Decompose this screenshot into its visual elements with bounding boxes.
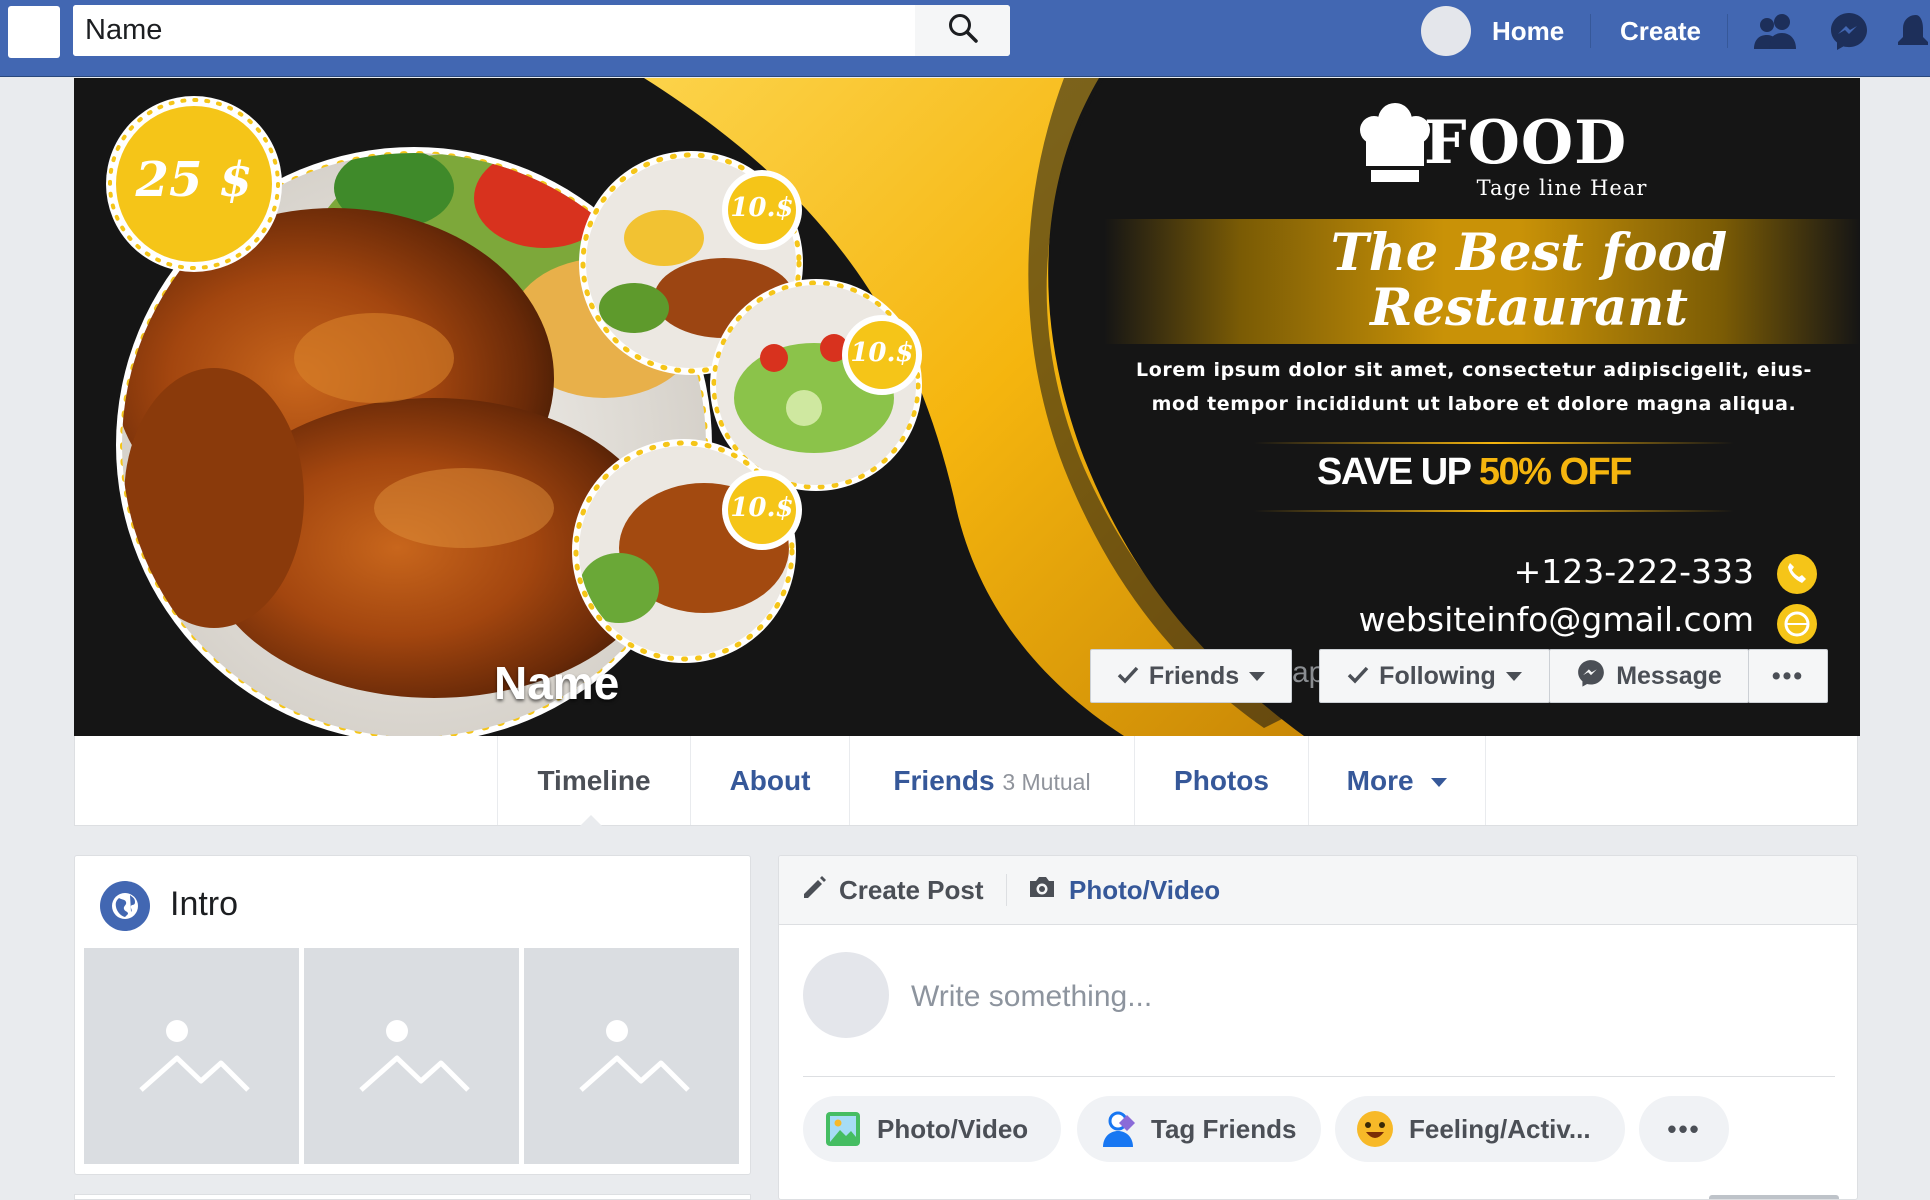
- brand-tagline: Tage line Hear: [1476, 176, 1648, 200]
- web-icon: [1777, 604, 1817, 644]
- photo-video-button[interactable]: Photo/Video: [803, 1096, 1061, 1162]
- top-navigation-bar: Home Create: [0, 0, 1930, 77]
- tab-label: More: [1346, 765, 1414, 796]
- cover-photo[interactable]: 25 $ 10.$ 10.$ 10.$ FOOD Tage line Hear …: [74, 78, 1860, 736]
- facebook-logo[interactable]: [8, 6, 60, 58]
- more-options-label: •••: [1667, 1113, 1701, 1144]
- message-button[interactable]: Message: [1549, 649, 1749, 703]
- chef-hat-icon: [1360, 103, 1430, 182]
- price-badge-small: 10.$: [730, 193, 794, 223]
- create-post-label: Create Post: [839, 874, 984, 905]
- photo-video-button-label: Photo/Video: [877, 1113, 1029, 1144]
- post-text-input[interactable]: [909, 971, 1813, 1023]
- caret-down-icon: [1431, 778, 1448, 788]
- feeling-activity-button-label: Feeling/Activ...: [1409, 1113, 1591, 1144]
- image-placeholder-icon: [139, 1020, 250, 1092]
- caret-down-icon: [1505, 671, 1522, 681]
- create-link[interactable]: Create: [1620, 0, 1701, 62]
- headline-line: The Best food: [1330, 223, 1728, 283]
- intro-title: Intro: [170, 885, 239, 923]
- tag-friends-button[interactable]: Tag Friends: [1077, 1096, 1321, 1162]
- tab-photos[interactable]: Photos: [1134, 736, 1308, 825]
- tab-label: Friends: [893, 765, 995, 796]
- globe-icon: [100, 881, 150, 931]
- discount-prefix: SAVE UP: [1317, 451, 1471, 493]
- profile-tabs: Timeline About Friends 3 Mutual Photos M…: [74, 736, 1858, 826]
- more-options-button[interactable]: •••: [1748, 649, 1828, 703]
- intro-card: Intro: [74, 855, 751, 1175]
- composer-avatar: [803, 952, 889, 1038]
- image-placeholder-icon: [359, 1020, 470, 1092]
- description-line: Lorem ipsum dolor sit amet, consectetur …: [1136, 359, 1812, 381]
- tab-about[interactable]: About: [690, 736, 849, 825]
- search-input[interactable]: [73, 5, 913, 56]
- phone-number: +123-222-333: [1513, 552, 1754, 591]
- people-icon[interactable]: [1752, 10, 1798, 52]
- active-tab-pointer: [580, 815, 602, 826]
- price-badge-small: 10.$: [850, 338, 914, 368]
- more-options-label: •••: [1771, 661, 1805, 690]
- next-card-edge: [74, 1194, 751, 1200]
- phone-icon: [1777, 554, 1817, 594]
- photo-placeholder[interactable]: [84, 948, 299, 1164]
- camera-icon: [1027, 874, 1057, 907]
- search-icon: [947, 12, 979, 49]
- divider-line: [1254, 442, 1734, 444]
- tab-timeline[interactable]: Timeline: [497, 736, 690, 825]
- tab-more[interactable]: More: [1308, 736, 1486, 825]
- tag-friends-button-label: Tag Friends: [1151, 1113, 1297, 1144]
- headline-line: Restaurant: [1370, 278, 1688, 338]
- more-composer-options-button[interactable]: •••: [1639, 1096, 1729, 1162]
- discount-text: SAVE UP 50% OFF: [1194, 451, 1754, 494]
- header-divider: [1006, 874, 1007, 906]
- photo-placeholder[interactable]: [524, 948, 739, 1164]
- tab-friends[interactable]: Friends 3 Mutual: [849, 736, 1134, 825]
- messenger-icon[interactable]: [1826, 10, 1872, 52]
- tab-label: Timeline: [537, 765, 651, 796]
- email-address: websiteinfo@gmail.com: [1358, 600, 1754, 639]
- price-badge-main: 25 $: [135, 152, 253, 208]
- profile-name[interactable]: Name: [494, 656, 619, 710]
- pencil-icon: [801, 874, 827, 907]
- description: Lorem ipsum dolor sit amet, consectetur …: [1124, 353, 1824, 421]
- following-button[interactable]: Following: [1319, 649, 1550, 703]
- check-icon: [1117, 662, 1139, 691]
- following-button-label: Following: [1379, 661, 1496, 690]
- check-icon: [1347, 662, 1369, 691]
- composer-divider: [803, 1076, 1835, 1077]
- photo-placeholder[interactable]: [304, 948, 519, 1164]
- search-button[interactable]: [915, 5, 1010, 56]
- home-link[interactable]: Home: [1492, 0, 1564, 62]
- photo-video-tab[interactable]: Photo/Video: [1027, 856, 1220, 924]
- messenger-icon: [1576, 658, 1606, 695]
- mutual-count: 3 Mutual: [1002, 769, 1091, 795]
- discount-accent: 50% OFF: [1478, 451, 1633, 493]
- message-button-label: Message: [1616, 661, 1722, 690]
- nav-divider: [1590, 14, 1591, 48]
- tag-friends-icon: [1097, 1109, 1137, 1149]
- divider-line: [1254, 510, 1734, 512]
- nav-divider: [1727, 14, 1728, 48]
- smiley-icon: [1355, 1109, 1395, 1149]
- photo-video-tab-label: Photo/Video: [1069, 874, 1221, 905]
- caret-down-icon: [1249, 671, 1266, 681]
- tab-label: Photos: [1174, 765, 1269, 796]
- friends-button-label: Friends: [1148, 661, 1240, 690]
- search-box: [73, 5, 1010, 56]
- headline: The Best food Restaurant: [1154, 226, 1860, 336]
- tab-label: About: [729, 765, 811, 796]
- bell-icon[interactable]: [1896, 10, 1930, 52]
- description-line: mod tempor incididunt ut labore et dolor…: [1151, 393, 1797, 415]
- composer-header: Create Post Photo/Video: [779, 856, 1857, 925]
- friends-button[interactable]: Friends: [1090, 649, 1292, 703]
- post-composer: Create Post Photo/Video Photo/Video Tag …: [778, 855, 1858, 1200]
- user-avatar[interactable]: [1421, 6, 1471, 56]
- price-badge-small: 10.$: [730, 493, 794, 523]
- brand-title: FOOD: [1424, 108, 1628, 178]
- create-post-tab[interactable]: Create Post: [801, 856, 984, 924]
- composer-footer-edge: [1709, 1195, 1839, 1199]
- photo-icon: [823, 1109, 863, 1149]
- image-placeholder-icon: [579, 1020, 690, 1092]
- feeling-activity-button[interactable]: Feeling/Activ...: [1335, 1096, 1625, 1162]
